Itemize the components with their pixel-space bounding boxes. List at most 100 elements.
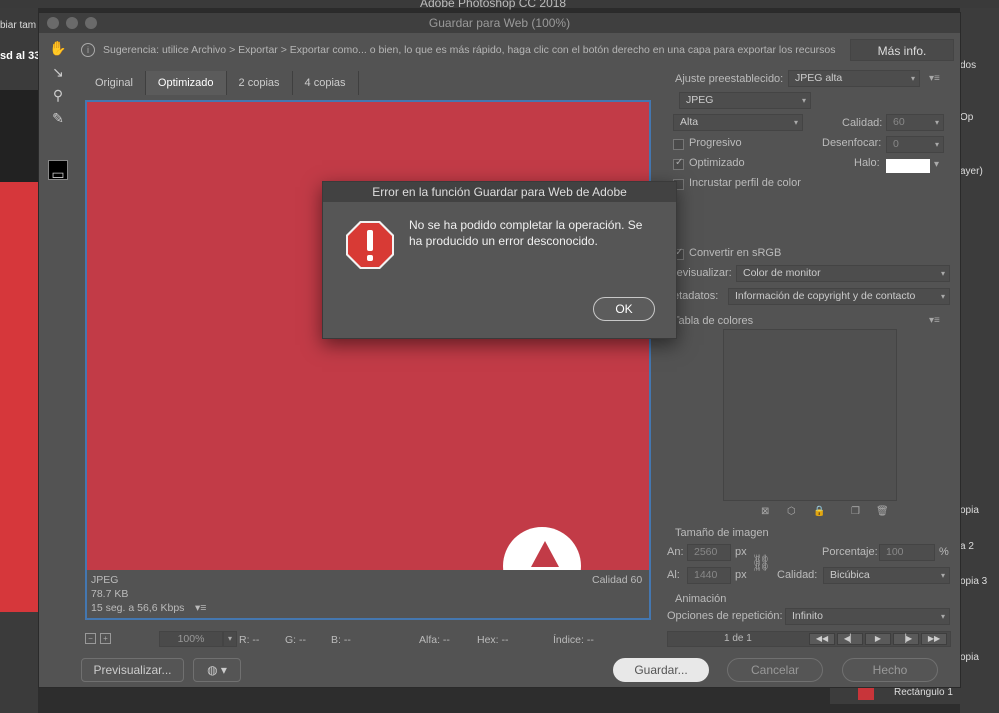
preview-mode-select[interactable]: Color de monitor ▾	[736, 265, 950, 282]
bg-panel-label: Op	[960, 112, 974, 123]
height-unit: px	[735, 569, 747, 581]
width-field[interactable]: 2560	[687, 544, 731, 561]
save-button[interactable]: Guardar...	[613, 658, 709, 682]
zoom-window-button[interactable]	[85, 17, 97, 29]
width-label: An:	[667, 546, 684, 558]
last-frame-icon[interactable]: ▶▶	[921, 633, 947, 645]
hand-tool-icon[interactable]: ✋	[49, 39, 67, 57]
matte-label: Halo:	[854, 157, 880, 169]
color-table-label: Tabla de colores	[673, 315, 754, 327]
red-readout: R: --	[239, 634, 260, 646]
zoom-out-icon[interactable]: −	[85, 633, 96, 644]
format-select[interactable]: JPEG ▾	[679, 92, 811, 109]
app-title: Adobe Photoshop CC 2018	[420, 0, 567, 10]
slice-select-tool-icon[interactable]: ↘	[49, 63, 67, 81]
tab-4-copias[interactable]: 4 copias	[293, 71, 359, 95]
done-button[interactable]: Hecho	[842, 658, 938, 682]
preview-size: 78.7 KB	[91, 588, 129, 600]
photoshop-titlebar: Adobe Photoshop CC 2018	[0, 0, 999, 10]
looping-select[interactable]: Infinito ▾	[785, 608, 950, 625]
chevron-down-icon[interactable]: ▾	[934, 159, 939, 170]
quality-label: Calidad:	[842, 117, 883, 129]
link-icon[interactable]: ⛓	[751, 553, 771, 573]
browser-preview-button[interactable]: ◍ ▾	[193, 658, 241, 682]
new-color-icon[interactable]: ❐	[851, 506, 860, 517]
trash-icon[interactable]: 🗑	[876, 506, 889, 517]
tab-2-copias[interactable]: 2 copias	[227, 71, 293, 95]
height-field[interactable]: 1440	[687, 567, 731, 584]
bg-layer-label: opia	[960, 652, 979, 663]
save-for-web-window: Guardar para Web (100%) ✋ ↘ ⚲ ✎ ▭ i Suge…	[38, 12, 961, 688]
index-readout: Índice: --	[553, 634, 594, 646]
eyedropper-tool-icon[interactable]: ✎	[49, 109, 67, 127]
ok-button[interactable]: OK	[593, 297, 655, 321]
chevron-down-icon[interactable]: ▾	[223, 631, 237, 647]
preview-menu-icon[interactable]: ▾≡	[195, 602, 206, 614]
bg-layer-label: opia 3	[960, 576, 988, 587]
layer-thumbnail	[858, 686, 874, 700]
optimized-checkbox[interactable]	[673, 157, 684, 170]
percent-label: Porcentaje:	[822, 546, 878, 558]
status-bar: − + 100% ▾ R: -- G: -- B: -- Alfa: -- He…	[83, 631, 653, 651]
color-table-menu-icon[interactable]: ▾≡	[929, 315, 940, 326]
hint-bar: i Sugerencia: utilice Archivo > Exportar…	[77, 36, 957, 64]
percent-unit: %	[939, 546, 949, 558]
metadata-label: etadatos:	[673, 290, 719, 302]
tab-optimizado[interactable]: Optimizado	[145, 71, 227, 95]
preview-quality: Calidad 60	[592, 574, 643, 586]
tab-original[interactable]: Original	[83, 71, 146, 95]
blue-readout: B: --	[331, 634, 351, 646]
cancel-button[interactable]: Cancelar	[727, 658, 823, 682]
bg-canvas-red	[0, 182, 38, 612]
zoom-level-field[interactable]: 100%	[159, 631, 223, 647]
embed-profile-label: Incrustar perfil de color	[689, 177, 801, 189]
blur-field[interactable]: 0 ▾	[886, 136, 944, 153]
bg-layer-label: opia	[960, 505, 979, 516]
previous-frame-icon[interactable]: ◀▏	[837, 633, 863, 645]
first-frame-icon[interactable]: ◀◀	[809, 633, 835, 645]
hint-text: Sugerencia: utilice Archivo > Exportar >…	[103, 44, 836, 56]
bg-doc-tab-text: sd al 33	[0, 50, 41, 62]
width-unit: px	[735, 546, 747, 558]
hex-readout: Hex: --	[477, 634, 509, 646]
bg-toolbar-text: biar tam	[0, 20, 37, 31]
map-transparent-icon[interactable]: ⊠	[761, 506, 769, 517]
minimize-window-button[interactable]	[66, 17, 78, 29]
compression-select[interactable]: Alta ▾	[673, 114, 803, 131]
zoom-in-icon[interactable]: +	[100, 633, 111, 644]
play-icon[interactable]: ▶	[865, 633, 891, 645]
preview-button[interactable]: Previsualizar...	[81, 658, 184, 682]
lock-icon[interactable]: 🔒	[813, 506, 825, 517]
window-title: Guardar para Web (100%)	[428, 16, 571, 30]
looping-label: Opciones de repetición:	[667, 610, 783, 622]
optimized-label: Optimizado	[689, 157, 745, 169]
optimize-menu-icon[interactable]: ▾≡	[929, 73, 940, 84]
resample-select[interactable]: Bicúbica ▾	[823, 567, 950, 584]
bg-layer-label: a 2	[960, 541, 974, 552]
toggle-slices-icon[interactable]: ▭	[49, 165, 67, 183]
green-readout: G: --	[285, 634, 306, 646]
animation-label: Animación	[675, 593, 727, 605]
more-info-button[interactable]: Más info.	[850, 39, 954, 61]
web-shift-icon[interactable]: ⬡	[787, 506, 796, 517]
color-table[interactable]	[723, 329, 897, 501]
image-size-label: Tamaño de imagen	[675, 527, 769, 539]
close-window-button[interactable]	[47, 17, 59, 29]
metadata-select[interactable]: Información de copyright y de contacto ▾	[728, 288, 950, 305]
matte-color-swatch[interactable]	[886, 159, 930, 173]
bg-statusbar	[38, 688, 960, 713]
optimized-preview[interactable]: JPEG 78.7 KB 15 seg. a 56,6 Kbps ▾≡ Cali…	[85, 100, 651, 620]
error-stop-icon	[346, 221, 394, 269]
percent-field[interactable]: 100	[879, 544, 935, 561]
zoom-tool-icon[interactable]: ⚲	[49, 86, 67, 104]
progressive-checkbox[interactable]	[673, 139, 684, 150]
blur-label: Desenfocar:	[822, 137, 882, 149]
quality-field[interactable]: 60 ▾	[886, 114, 944, 131]
progressive-label: Progresivo	[689, 137, 742, 149]
height-label: Al:	[667, 569, 680, 581]
layer-name: Rectángulo 1	[894, 687, 953, 698]
preset-select[interactable]: JPEG alta ▾	[788, 70, 920, 87]
view-tabs: Original Optimizado 2 copias 4 copias	[83, 71, 359, 95]
dialog-title: Error en la función Guardar para Web de …	[323, 182, 676, 202]
next-frame-icon[interactable]: ▕▶	[893, 633, 919, 645]
